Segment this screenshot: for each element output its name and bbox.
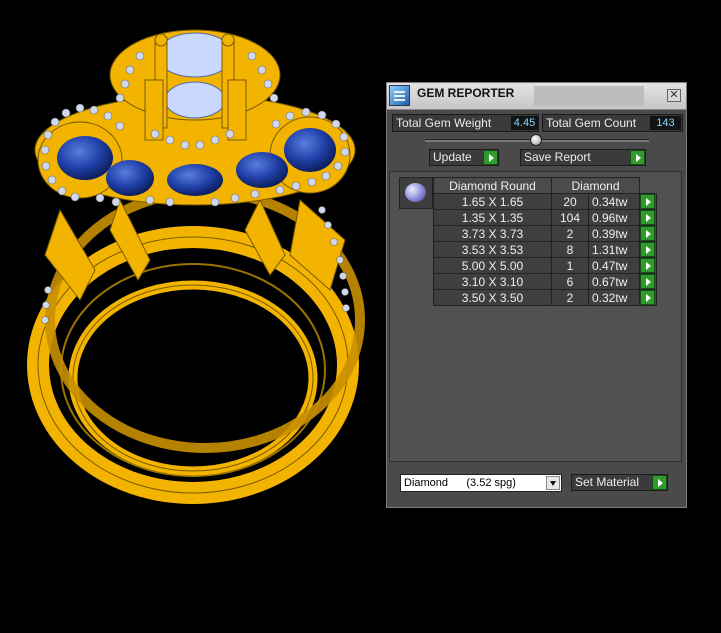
green-arrow-icon bbox=[652, 475, 667, 490]
round-diamond-icon bbox=[405, 183, 426, 202]
gem-weight: 1.31tw bbox=[588, 241, 640, 258]
green-arrow-icon bbox=[483, 150, 498, 165]
green-arrow-icon bbox=[640, 194, 655, 209]
green-arrow-icon bbox=[640, 242, 655, 257]
total-gem-weight-label: Total Gem Weight bbox=[396, 116, 492, 130]
panel-title: GEM REPORTER bbox=[417, 86, 515, 100]
close-icon[interactable]: ✕ bbox=[667, 89, 681, 102]
green-arrow-icon bbox=[640, 258, 655, 273]
gem-thumbnail[interactable] bbox=[399, 177, 433, 209]
save-report-button[interactable]: Save Report bbox=[520, 149, 646, 166]
row-action-button[interactable] bbox=[639, 257, 657, 274]
gem-weight: 0.34tw bbox=[588, 193, 640, 210]
gem-reporter-app-icon bbox=[389, 85, 410, 106]
ring-render bbox=[27, 29, 365, 504]
set-material-button-label: Set Material bbox=[575, 475, 640, 489]
update-button-label: Update bbox=[433, 150, 472, 164]
gem-weight: 0.32tw bbox=[588, 289, 640, 306]
table-row[interactable]: 1.35 X 1.35 104 0.96tw bbox=[433, 209, 657, 226]
green-arrow-icon bbox=[640, 210, 655, 225]
set-material-button[interactable]: Set Material bbox=[571, 474, 668, 491]
title-bar[interactable]: GEM REPORTER ✕ bbox=[387, 83, 686, 110]
gem-size: 5.00 X 5.00 bbox=[433, 257, 552, 274]
total-gem-count-value: 143 bbox=[650, 116, 681, 130]
gem-weight: 0.67tw bbox=[588, 273, 640, 290]
row-action-button[interactable] bbox=[639, 209, 657, 226]
gem-count: 6 bbox=[551, 273, 589, 290]
row-action-button[interactable] bbox=[639, 289, 657, 306]
gem-count: 20 bbox=[551, 193, 589, 210]
total-gem-weight: Total Gem Weight 4.45 bbox=[392, 114, 539, 132]
table-row[interactable]: 3.50 X 3.50 2 0.32tw bbox=[433, 289, 657, 306]
gem-size: 3.53 X 3.53 bbox=[433, 241, 552, 258]
title-bar-spacer bbox=[534, 86, 644, 106]
total-gem-weight-value: 4.45 bbox=[511, 116, 538, 130]
gem-size: 1.35 X 1.35 bbox=[433, 209, 552, 226]
gem-weight: 0.47tw bbox=[588, 257, 640, 274]
3d-viewport[interactable] bbox=[0, 0, 385, 628]
gem-reporter-panel: GEM REPORTER ✕ Total Gem Weight 4.45 Tot… bbox=[386, 82, 687, 508]
green-arrow-icon bbox=[640, 290, 655, 305]
table-row[interactable]: 3.73 X 3.73 2 0.39tw bbox=[433, 225, 657, 242]
gem-count: 104 bbox=[551, 209, 589, 226]
green-arrow-icon bbox=[640, 226, 655, 241]
table-row[interactable]: 5.00 X 5.00 1 0.47tw bbox=[433, 257, 657, 274]
total-gem-count-label: Total Gem Count bbox=[546, 116, 637, 130]
gem-weight: 0.96tw bbox=[588, 209, 640, 226]
header-shape: Diamond Round bbox=[433, 177, 552, 194]
header-spacer bbox=[640, 178, 657, 194]
gem-size: 3.73 X 3.73 bbox=[433, 225, 552, 242]
gem-list: Diamond Round Diamond 1.65 X 1.65 20 0.3… bbox=[389, 171, 682, 462]
gem-table: Diamond Round Diamond 1.65 X 1.65 20 0.3… bbox=[433, 177, 657, 306]
total-gem-count: Total Gem Count 143 bbox=[542, 114, 683, 132]
row-action-button[interactable] bbox=[639, 225, 657, 242]
table-row[interactable]: 3.53 X 3.53 8 1.31tw bbox=[433, 241, 657, 258]
update-button[interactable]: Update bbox=[429, 149, 499, 166]
gem-weight: 0.39tw bbox=[588, 225, 640, 242]
green-arrow-icon bbox=[640, 274, 655, 289]
row-action-button[interactable] bbox=[639, 273, 657, 290]
material-select[interactable]: Diamond (3.52 spg) bbox=[400, 474, 562, 492]
save-report-button-label: Save Report bbox=[524, 150, 591, 164]
table-row[interactable]: 3.10 X 3.10 6 0.67tw bbox=[433, 273, 657, 290]
header-material: Diamond bbox=[551, 177, 640, 194]
table-row[interactable]: 1.65 X 1.65 20 0.34tw bbox=[433, 193, 657, 210]
green-arrow-icon bbox=[630, 150, 645, 165]
gem-size: 1.65 X 1.65 bbox=[433, 193, 552, 210]
gem-count: 2 bbox=[551, 225, 589, 242]
gem-size: 3.10 X 3.10 bbox=[433, 273, 552, 290]
material-select-value: Diamond (3.52 spg) bbox=[404, 477, 516, 489]
gem-count: 1 bbox=[551, 257, 589, 274]
chevron-down-icon[interactable] bbox=[546, 476, 560, 490]
slider-handle[interactable] bbox=[530, 134, 542, 146]
row-action-button[interactable] bbox=[639, 241, 657, 258]
gem-size: 3.50 X 3.50 bbox=[433, 289, 552, 306]
row-action-button[interactable] bbox=[639, 193, 657, 210]
gem-count: 2 bbox=[551, 289, 589, 306]
gem-count: 8 bbox=[551, 241, 589, 258]
